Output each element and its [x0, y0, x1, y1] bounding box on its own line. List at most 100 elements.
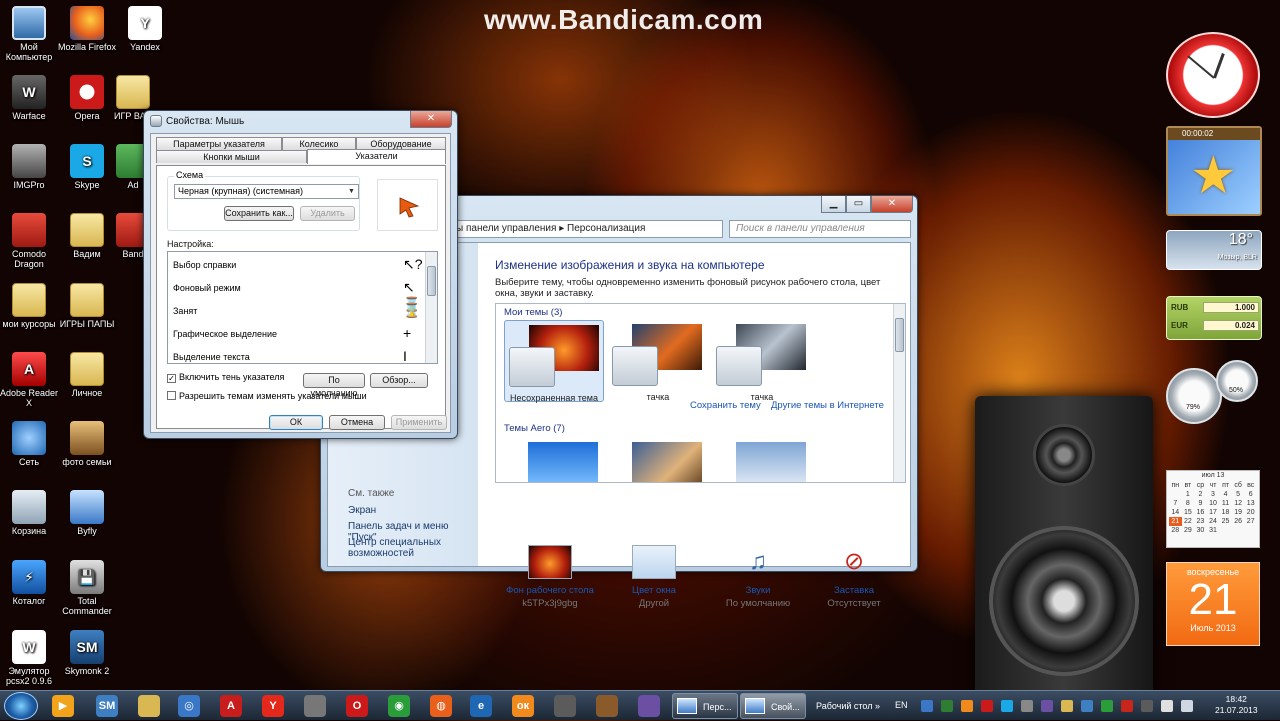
calendar-day[interactable]: 25	[1219, 517, 1232, 526]
scheme-select[interactable]: Черная (крупная) (системная) ▼	[174, 184, 359, 199]
calendar-day[interactable]: пн	[1169, 481, 1182, 490]
currency-gadget[interactable]: RUB 1.000 EUR 0.024	[1166, 296, 1262, 340]
desktop-icon-byfly[interactable]: Byfly	[55, 490, 119, 536]
tool-icon[interactable]	[554, 695, 576, 717]
calendar-day[interactable]: 21	[1169, 517, 1182, 526]
tray-icon[interactable]	[981, 700, 993, 712]
app-taskbar-icon[interactable]	[304, 695, 326, 717]
calendar-day[interactable]: 20	[1244, 508, 1257, 517]
close-button[interactable]: ✕	[410, 111, 452, 128]
calendar-day[interactable]: 27	[1244, 517, 1257, 526]
dialog-titlebar[interactable]: Свойства: Мышь ✕	[144, 111, 457, 131]
odnoklassniki-icon[interactable]: ок	[512, 695, 534, 717]
desktop-icon-catalog[interactable]: ⚡ Коталог	[0, 560, 61, 606]
clock-gadget[interactable]	[1166, 32, 1260, 118]
puzzle-gadget[interactable]: 00:00:02 ★	[1166, 126, 1262, 216]
tray-icon[interactable]	[941, 700, 953, 712]
calendar-day[interactable]: 3	[1207, 490, 1220, 499]
desktop-background-setting[interactable]: Фон рабочего стола k5TPx3j9gbg	[500, 545, 600, 610]
list-item[interactable]: Графическое выделение +	[173, 325, 413, 341]
theme-aero-2[interactable]	[608, 438, 708, 482]
desktop-icon-personal[interactable]: Личное	[55, 352, 119, 398]
tray-icon[interactable]	[1001, 700, 1013, 712]
list-item[interactable]: Занят ⌛	[173, 302, 420, 318]
calendar-day[interactable]: 4	[1219, 490, 1232, 499]
desktop-icon-network[interactable]: Сеть	[0, 421, 61, 467]
calendar-day[interactable]: 24	[1207, 517, 1220, 526]
scrollbar-thumb[interactable]	[895, 318, 904, 352]
language-indicator[interactable]: EN	[895, 700, 908, 710]
calendar-day[interactable]: 30	[1194, 526, 1207, 535]
tab-buttons[interactable]: Кнопки мыши	[156, 150, 307, 163]
theme-tachka-1[interactable]: тачка	[608, 320, 708, 402]
desktop-icon-firefox[interactable]: Mozilla Firefox	[55, 6, 119, 52]
cancel-button[interactable]: Отмена	[329, 415, 385, 430]
scrollbar-thumb[interactable]	[427, 266, 436, 296]
tab-pointer-options[interactable]: Параметры указателя	[156, 137, 282, 150]
desktop-icon-imgpro[interactable]: IMGPro	[0, 144, 61, 190]
pointer-list-scrollbar[interactable]	[425, 252, 437, 363]
app-taskbar-icon[interactable]	[596, 695, 618, 717]
list-item[interactable]: Выбор справки ↖?	[173, 256, 423, 272]
cpu-meter-gadget[interactable]: 79% 50%	[1166, 360, 1262, 424]
calendar-day[interactable]: 29	[1182, 526, 1195, 535]
mouse-properties-dialog[interactable]: Свойства: Мышь ✕ Параметры указателя Кол…	[143, 110, 458, 439]
yandex-taskbar-icon[interactable]: Y	[262, 695, 284, 717]
tray-icon[interactable]	[1021, 700, 1033, 712]
explorer-icon[interactable]	[138, 695, 160, 717]
tray-clock[interactable]: 18:42 21.07.2013	[1215, 694, 1258, 716]
calendar-day[interactable]: вс	[1244, 481, 1257, 490]
desktop-icon-my-cursors[interactable]: мои курсоры	[0, 283, 61, 329]
desktop-icon-opera[interactable]: Opera	[55, 75, 119, 121]
search-input[interactable]: Поиск в панели управления	[729, 220, 911, 238]
calendar-day[interactable]: ср	[1194, 481, 1207, 490]
screensaver-setting[interactable]: ⊘ Заставка Отсутствует	[804, 545, 904, 610]
weather-gadget[interactable]: 18° Мозыр, BLR	[1166, 230, 1262, 270]
network-tray-icon[interactable]	[1161, 700, 1173, 712]
opera-taskbar-icon[interactable]: O	[346, 695, 368, 717]
link-display[interactable]: Экран	[348, 505, 376, 516]
calendar-day[interactable]: 2	[1194, 490, 1207, 499]
calendar-day[interactable]: 16	[1194, 508, 1207, 517]
list-item[interactable]: Фоновый режим ↖⌛	[173, 279, 420, 312]
calendar-day[interactable]: 13	[1244, 499, 1257, 508]
calendar-day[interactable]: 10	[1207, 499, 1220, 508]
desktop-icon-emulator[interactable]: W Эмулятор pcsx2 0.9.6	[0, 630, 61, 686]
calendar-day[interactable]: 8	[1182, 499, 1195, 508]
calendar-day[interactable]: 23	[1194, 517, 1207, 526]
calendar-gadget[interactable]: июл 13 пн вт ср чт пт сб вс 1 2 3 4 5 6 7 8 9 10 11 12 13 14…	[1166, 470, 1260, 548]
calendar-day[interactable]: сб	[1232, 481, 1245, 490]
desktop-icon-vadim[interactable]: Вадим	[55, 213, 119, 259]
calendar-day[interactable]: 26	[1232, 517, 1245, 526]
allow-themes-checkbox[interactable]: Разрешить темам изменять указатели мыши	[167, 391, 367, 401]
desktop-icon-skype[interactable]: S Skype	[55, 144, 119, 190]
calendar-day[interactable]: пт	[1219, 481, 1232, 490]
calendar-day[interactable]: 7	[1169, 499, 1182, 508]
calendar-day[interactable]: 6	[1244, 490, 1257, 499]
themes-list[interactable]: Мои темы (3) Несохраненная тема тачка та…	[495, 303, 906, 483]
desktop-icon-adobe-reader[interactable]: A Adobe Reader X	[0, 352, 61, 408]
calendar-day[interactable]: 28	[1169, 526, 1182, 535]
themes-scrollbar[interactable]	[893, 304, 905, 482]
calendar-day[interactable]: 18	[1219, 508, 1232, 517]
desktop-icon-skymonk[interactable]: SM Skymonk 2	[55, 630, 119, 676]
maximize-button[interactable]: ▭	[846, 196, 871, 213]
save-theme-link[interactable]: Сохранить тему	[690, 400, 761, 411]
ie-icon[interactable]: e	[470, 695, 492, 717]
theme-aero-1[interactable]	[504, 438, 604, 482]
calendar-day[interactable]: 9	[1194, 499, 1207, 508]
firefox-taskbar-icon[interactable]: ◍	[430, 695, 452, 717]
desktop-icon-my-computer[interactable]: Мой Компьютер	[0, 6, 61, 62]
tray-icon[interactable]	[1141, 700, 1153, 712]
tab-pointers[interactable]: Указатели	[307, 149, 446, 164]
save-as-button[interactable]: Сохранить как...	[224, 206, 294, 221]
shadow-checkbox[interactable]: ✓ Включить тень указателя	[167, 372, 284, 383]
tray-icon[interactable]	[1121, 700, 1133, 712]
calendar-day[interactable]: 5	[1232, 490, 1245, 499]
tray-icon[interactable]	[1061, 700, 1073, 712]
tray-icon[interactable]	[1101, 700, 1113, 712]
window-color-setting[interactable]: Цвет окна Другой	[604, 545, 704, 610]
taskbar-item-desktop[interactable]: Рабочий стол »	[808, 693, 891, 719]
calendar-day[interactable]: 11	[1219, 499, 1232, 508]
desktop-icon-family-photos[interactable]: фото семьи	[55, 421, 119, 467]
